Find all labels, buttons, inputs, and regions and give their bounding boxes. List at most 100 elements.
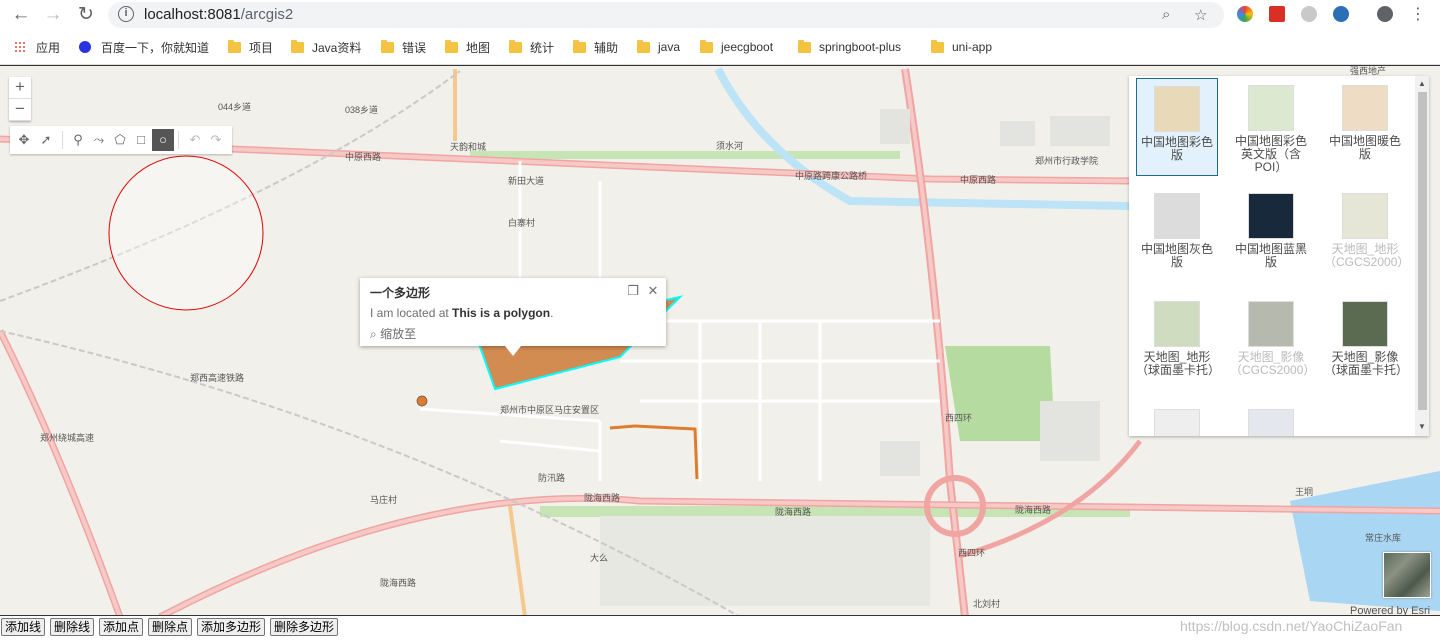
bookmark-folder[interactable]: jeecgboot bbox=[700, 38, 773, 56]
bookmark-folder[interactable]: 错误 bbox=[381, 38, 426, 56]
bookmark-folder[interactable]: 地图 bbox=[445, 38, 490, 56]
browser-toolbar: ← → ↻ i localhost:8081/arcgis2 ⌕ ☆ ⋮ bbox=[0, 0, 1440, 30]
map-label: 陇海西路 bbox=[380, 577, 416, 588]
map-label: 陇海西路 bbox=[584, 492, 620, 503]
shield-extension-icon[interactable] bbox=[1301, 6, 1317, 22]
close-icon[interactable]: ✕ bbox=[646, 284, 660, 298]
bookmark-folder[interactable]: java bbox=[637, 38, 680, 56]
popup-title: 一个多边形 bbox=[370, 286, 431, 300]
basemap-item[interactable]: 中国地图灰色版 bbox=[1136, 186, 1218, 284]
map-label: 常庄水库 bbox=[1365, 532, 1401, 543]
basemap-item[interactable]: 天地图_地形（CGCS2000） bbox=[1324, 186, 1409, 284]
map-label: 044乡道 bbox=[218, 101, 251, 112]
folder-icon bbox=[509, 39, 522, 53]
profile-extension-icon[interactable] bbox=[1333, 6, 1349, 22]
point-pin-icon[interactable]: ⚲ bbox=[67, 129, 89, 151]
basemap-item[interactable]: 中国地图彩色版 bbox=[1136, 78, 1218, 176]
bookmark-folder[interactable]: springboot-plus bbox=[798, 38, 901, 56]
basemap-item[interactable]: 中国地图蓝黑版 bbox=[1230, 186, 1312, 284]
delete-line-button[interactable]: 删除线 bbox=[50, 618, 95, 636]
add-point-button[interactable]: 添加点 bbox=[99, 618, 144, 636]
zoom-icon[interactable]: ⌕ bbox=[1162, 6, 1170, 23]
map-label: 038乡道 bbox=[345, 104, 378, 115]
basemap-item[interactable]: 天地图_地形（球面墨卡托） bbox=[1136, 294, 1220, 392]
delete-polygon-button[interactable]: 删除多边形 bbox=[270, 618, 339, 636]
move-icon[interactable]: ✥ bbox=[13, 129, 35, 151]
popup: 一个多边形 ❐ ✕ I am located at This is a poly… bbox=[360, 278, 666, 356]
bookmark-folder[interactable]: uni-app bbox=[931, 38, 992, 56]
basemap-item[interactable] bbox=[1136, 402, 1218, 436]
map-label: 王垌 bbox=[1295, 487, 1313, 497]
info-icon[interactable]: i bbox=[118, 6, 134, 22]
basemap-thumbnail bbox=[1248, 409, 1294, 436]
reload-icon[interactable]: ↻ bbox=[74, 3, 98, 27]
folder-icon bbox=[228, 39, 241, 53]
map-label: 郑州绕城高速 bbox=[40, 432, 94, 443]
add-line-button[interactable]: 添加线 bbox=[1, 618, 46, 636]
map-label: 郑州市行政学院 bbox=[1035, 155, 1098, 166]
map-label: 北刘村 bbox=[973, 598, 1000, 609]
folder-icon bbox=[291, 39, 304, 53]
scroll-down-icon[interactable]: ▼ bbox=[1418, 422, 1426, 431]
basemap-item[interactable]: 天地图_影像（球面墨卡托） bbox=[1324, 294, 1408, 392]
basemap-thumbnail bbox=[1154, 193, 1200, 239]
map-label: 防汛路 bbox=[538, 472, 565, 483]
url-path: /arcgis2 bbox=[240, 6, 294, 23]
imagery-toggle[interactable] bbox=[1383, 552, 1431, 598]
map-label: 须水河 bbox=[716, 140, 743, 151]
bookmark-folder[interactable]: Java资料 bbox=[291, 38, 361, 56]
dock-icon[interactable]: ❐ bbox=[626, 284, 640, 298]
polygon-icon[interactable]: ⬠ bbox=[109, 129, 131, 151]
bookmark-folder[interactable]: 辅助 bbox=[573, 38, 618, 56]
address-bar[interactable]: i localhost:8081/arcgis2 ⌕ ☆ bbox=[108, 2, 1224, 28]
basemap-item[interactable]: 中国地图彩色英文版（含POI） bbox=[1230, 78, 1312, 176]
sketch-toolbar: ✥ ➚ ⚲ ⤳ ⬠ □ ○ ↶ ↷ bbox=[10, 126, 232, 154]
basemap-thumbnail bbox=[1248, 301, 1294, 347]
map-view[interactable]: 044乡道 038乡道 天韵和城 中原西路 新田大道 白寨村 须水河 中原路跨康… bbox=[0, 65, 1440, 616]
basemap-thumbnail bbox=[1248, 85, 1294, 131]
back-icon[interactable]: ← bbox=[9, 3, 33, 27]
map-label: 天韵和城 bbox=[450, 141, 486, 152]
bookmark-apps[interactable]: 应用 bbox=[14, 38, 60, 56]
map-label: 郑州市中原区马庄安置区 bbox=[500, 404, 599, 415]
zoom-magnifier-icon: ⌕ bbox=[370, 327, 377, 341]
delete-point-button[interactable]: 删除点 bbox=[148, 618, 193, 636]
star-icon[interactable]: ☆ bbox=[1194, 6, 1207, 24]
zoom-control: + − bbox=[9, 77, 31, 121]
circle-graphic bbox=[108, 155, 264, 311]
block-area bbox=[600, 516, 930, 606]
map-label: 郑西高速铁路 bbox=[190, 372, 244, 383]
circle-icon[interactable]: ○ bbox=[152, 129, 174, 151]
folder-icon bbox=[381, 39, 394, 53]
scroll-thumb[interactable] bbox=[1418, 92, 1427, 410]
gallery-scrollbar[interactable]: ▲ ▼ bbox=[1415, 76, 1429, 436]
basemap-item[interactable]: 天地图_影像（CGCS2000） bbox=[1230, 294, 1315, 392]
attribution: Powered by Esri bbox=[1350, 605, 1431, 616]
basemap-thumbnail bbox=[1342, 193, 1388, 239]
polyline-icon[interactable]: ⤳ bbox=[88, 129, 110, 151]
park-area bbox=[945, 346, 1055, 441]
chrome-extension-icon[interactable] bbox=[1237, 6, 1253, 22]
fe-extension-icon[interactable] bbox=[1269, 6, 1285, 22]
zoom-out-button[interactable]: − bbox=[9, 99, 31, 121]
basemap-item[interactable]: 中国地图暖色版 bbox=[1324, 78, 1406, 176]
account-icon[interactable] bbox=[1377, 6, 1393, 22]
select-arrow-icon[interactable]: ➚ bbox=[35, 129, 57, 151]
scroll-up-icon[interactable]: ▲ bbox=[1418, 79, 1426, 88]
forward-icon[interactable]: → bbox=[41, 3, 65, 27]
rectangle-icon[interactable]: □ bbox=[130, 129, 152, 151]
add-polygon-button[interactable]: 添加多边形 bbox=[197, 618, 266, 636]
basemap-item[interactable] bbox=[1230, 402, 1312, 436]
url-host: localhost:8081 bbox=[144, 6, 241, 23]
undo-icon[interactable]: ↶ bbox=[184, 129, 206, 151]
point-graphic bbox=[416, 395, 428, 407]
bookmark-folder[interactable]: 项目 bbox=[228, 38, 273, 56]
bookmark-folder[interactable]: 统计 bbox=[509, 38, 554, 56]
zoom-in-button[interactable]: + bbox=[9, 77, 31, 99]
bookmark-baidu[interactable]: 百度一下，你就知道 bbox=[79, 38, 209, 56]
basemap-thumbnail bbox=[1154, 409, 1200, 436]
redo-icon[interactable]: ↷ bbox=[205, 129, 227, 151]
menu-dots-icon[interactable]: ⋮ bbox=[1406, 3, 1430, 27]
watermark: https://blog.csdn.net/YaoChiZaoFan bbox=[1180, 618, 1403, 634]
zoom-to-action[interactable]: ⌕ 缩放至 bbox=[370, 325, 416, 342]
